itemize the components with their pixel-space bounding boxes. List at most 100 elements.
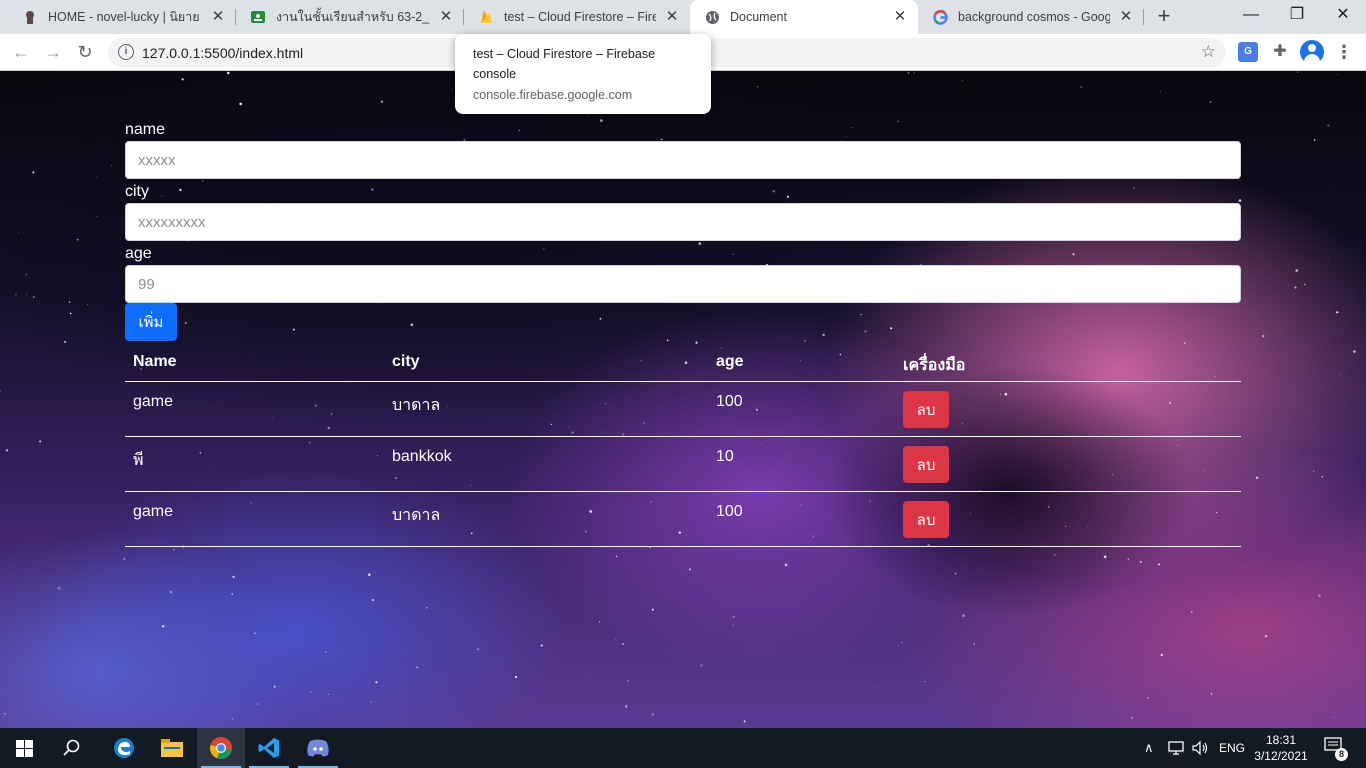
star <box>822 333 825 337</box>
star <box>1127 558 1130 561</box>
language-indicator[interactable]: ENG <box>1219 728 1245 768</box>
add-record-form: name city age <box>125 119 1241 305</box>
header-city: city <box>392 353 420 370</box>
star <box>363 699 365 700</box>
star <box>161 625 165 628</box>
star <box>123 557 126 561</box>
close-icon[interactable]: ✕ <box>438 9 454 25</box>
star <box>451 88 452 90</box>
back-arrow-icon[interactable]: ← <box>8 39 34 65</box>
reload-icon[interactable]: ↻ <box>72 39 98 65</box>
tab-document[interactable]: Document ✕ <box>690 0 918 34</box>
cell-city: บาดาล <box>392 397 441 414</box>
new-tab-button[interactable]: + <box>1152 5 1176 29</box>
star <box>95 176 97 178</box>
star <box>4 712 7 715</box>
tab-classroom[interactable]: งานในชั้นเรียนสำหรับ 63-2_Sec1_T ✕ <box>236 0 464 34</box>
star <box>700 664 703 667</box>
extensions-puzzle-icon[interactable]: ✚ <box>1270 42 1290 62</box>
star <box>901 641 903 643</box>
star <box>1313 139 1316 141</box>
info-icon[interactable]: i <box>118 44 134 60</box>
table-row: game บาดาล 100 ลบ <box>125 382 1241 437</box>
star <box>924 681 926 683</box>
system-clock[interactable]: 18:31 3/12/2021 <box>1248 732 1314 764</box>
star <box>688 568 691 571</box>
delete-button[interactable]: ลบ <box>903 446 949 483</box>
minimize-button[interactable]: — <box>1228 0 1274 32</box>
notification-count-badge: 8 <box>1335 748 1348 761</box>
star <box>325 651 327 653</box>
chrome-icon[interactable] <box>197 728 245 768</box>
restore-button[interactable]: ❐ <box>1274 0 1320 32</box>
file-explorer-icon[interactable] <box>148 728 196 768</box>
star <box>254 632 256 635</box>
close-icon[interactable]: ✕ <box>1118 9 1134 25</box>
windows-start-icon[interactable] <box>0 728 48 768</box>
star <box>64 340 67 343</box>
volume-icon[interactable] <box>1192 728 1210 768</box>
star <box>17 231 19 233</box>
star <box>96 216 98 218</box>
windows-taskbar: ∧ ENG 18:31 3/12/2021 8 <box>0 728 1366 768</box>
close-icon[interactable]: ✕ <box>210 9 226 25</box>
delete-button[interactable]: ลบ <box>903 391 949 428</box>
tab-firebase[interactable]: test – Cloud Firestore – Firebas ✕ <box>464 0 690 34</box>
close-icon[interactable]: ✕ <box>664 9 680 25</box>
star <box>1353 350 1356 353</box>
discord-icon[interactable] <box>294 728 342 768</box>
show-hidden-icons-chevron-icon[interactable]: ∧ <box>1144 728 1154 768</box>
search-icon[interactable] <box>48 728 96 768</box>
star <box>0 390 1 392</box>
age-input[interactable] <box>125 265 1241 303</box>
forward-arrow-icon[interactable]: → <box>40 39 66 65</box>
add-button[interactable]: เพิ่ม <box>125 303 177 341</box>
delete-button[interactable]: ลบ <box>903 501 949 538</box>
city-input[interactable] <box>125 203 1241 241</box>
network-icon[interactable] <box>1168 728 1186 768</box>
profile-avatar[interactable] <box>1300 40 1324 64</box>
google-icon <box>932 9 948 25</box>
star <box>732 615 735 619</box>
star <box>695 341 698 344</box>
star <box>1184 342 1186 344</box>
name-input[interactable] <box>125 141 1241 179</box>
tab-novel-lucky[interactable]: HOME - novel-lucky | นิยาย นิยา ✕ <box>8 0 236 34</box>
action-center-icon[interactable]: 8 <box>1324 737 1348 761</box>
star <box>599 317 602 320</box>
edge-icon[interactable] <box>100 728 148 768</box>
star <box>410 323 414 327</box>
star <box>1312 470 1315 472</box>
star <box>973 643 975 645</box>
bookmark-star-icon[interactable]: ☆ <box>1201 42 1216 62</box>
star <box>1080 86 1083 88</box>
window-close-button[interactable]: ✕ <box>1320 0 1366 32</box>
star <box>1210 693 1213 695</box>
table-row: พี bankkok 10 ลบ <box>125 437 1241 492</box>
close-icon[interactable]: ✕ <box>892 9 908 25</box>
kebab-menu-icon[interactable]: ⋮ <box>1334 42 1354 62</box>
age-label: age <box>125 245 152 262</box>
star <box>5 449 9 452</box>
vscode-icon[interactable] <box>245 728 293 768</box>
cell-name: game <box>133 393 174 410</box>
star <box>1330 187 1332 189</box>
url-text[interactable]: 127.0.0.1:5500/index.html <box>142 45 303 61</box>
star <box>622 643 625 646</box>
page-viewport: se name city age เพิ่ม Name city age เคร… <box>0 71 1366 728</box>
clock-date: 3/12/2021 <box>1254 749 1308 763</box>
browser-tabstrip: HOME - novel-lucky | นิยาย นิยา ✕ งานในช… <box>0 0 1366 34</box>
city-label: city <box>125 183 149 200</box>
star <box>1103 555 1107 559</box>
star <box>784 563 788 567</box>
table-header: Name city age เครื่องมือ <box>125 345 1241 382</box>
star <box>1334 716 1336 718</box>
translate-icon[interactable]: G <box>1238 42 1258 62</box>
star <box>1160 653 1163 657</box>
star <box>32 171 35 174</box>
star <box>476 648 480 651</box>
star <box>1327 258 1329 260</box>
tab-google-search[interactable]: background cosmos - Google ✕ <box>918 0 1144 34</box>
star <box>1304 283 1306 286</box>
star <box>1264 635 1268 638</box>
